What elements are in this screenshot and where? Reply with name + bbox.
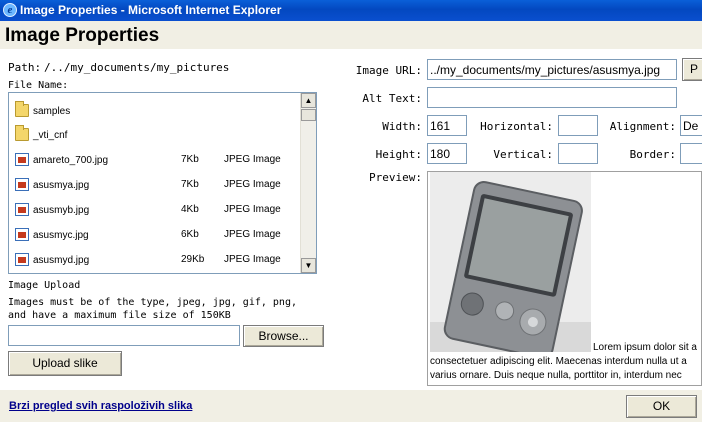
browse-button[interactable]: Browse... — [243, 325, 324, 347]
file-size: 6Kb — [181, 229, 199, 240]
file-size: 29Kb — [181, 254, 205, 265]
height-label: Height: — [375, 148, 422, 161]
image-url-input[interactable]: ../my_documents/my_pictures/asusmya.jpg — [427, 59, 677, 80]
vertical-label: Vertical: — [493, 148, 553, 161]
image-url-label: Image URL: — [355, 64, 422, 77]
alignment-select[interactable]: De — [680, 115, 702, 136]
file-name: samples — [33, 106, 71, 117]
file-list-item[interactable]: asusmyc.jpg 6Kb JPEG Image — [9, 224, 299, 248]
file-name: _vti_cnf — [33, 130, 68, 141]
image-upload-note: Images must be of the type, jpeg, jpg, g… — [8, 297, 297, 321]
file-type: JPEG Image — [224, 179, 281, 190]
alt-text-input[interactable] — [427, 87, 677, 108]
file-list-item[interactable]: samples — [9, 100, 299, 124]
image-file-icon — [15, 178, 29, 191]
preview-text-line2: consectetuer adipiscing elit. Maecenas i… — [430, 356, 687, 367]
file-name: asusmyd.jpg — [33, 255, 90, 266]
file-name: asusmyc.jpg — [33, 230, 89, 241]
preview-label: Preview: — [369, 171, 422, 184]
alt-text-label: Alt Text: — [362, 92, 422, 105]
horizontal-input[interactable] — [558, 115, 598, 136]
upload-file-input[interactable] — [8, 325, 240, 346]
preview-text-line3: varius ornare. Duis neque nulla, porttit… — [430, 370, 682, 381]
image-file-icon — [15, 253, 29, 266]
folder-icon — [15, 125, 29, 141]
image-file-icon — [15, 153, 29, 166]
file-type: JPEG Image — [224, 154, 281, 165]
file-type: JPEG Image — [224, 229, 281, 240]
internet-explorer-icon: e — [3, 3, 17, 17]
file-name-label: File Name: — [8, 80, 69, 91]
horizontal-label: Horizontal: — [480, 120, 553, 133]
file-list-item[interactable]: _vti_cnf — [9, 124, 299, 148]
file-size: 4Kb — [181, 204, 199, 215]
upload-button[interactable]: Upload slike — [8, 351, 122, 376]
folder-icon — [15, 101, 29, 117]
image-file-icon — [15, 228, 29, 241]
width-input[interactable]: 161 — [427, 115, 467, 136]
pick-image-button[interactable]: P — [682, 58, 702, 81]
scroll-thumb[interactable] — [301, 109, 316, 121]
file-size: 7Kb — [181, 179, 199, 190]
file-name: asusmya.jpg — [33, 180, 90, 191]
vertical-input[interactable] — [558, 143, 598, 164]
width-label: Width: — [382, 120, 422, 133]
height-input[interactable]: 180 — [427, 143, 467, 164]
file-list-scrollbar[interactable]: ▲ ▼ — [300, 93, 316, 273]
border-input[interactable] — [680, 143, 702, 164]
file-name: asusmyb.jpg — [33, 205, 90, 216]
preview-text-line1: Lorem ipsum dolor sit a — [593, 342, 697, 353]
ok-button[interactable]: OK — [626, 395, 697, 418]
path-label: Path: — [8, 61, 42, 74]
quick-view-all-images-link[interactable]: Brzi pregled svih raspoloživih slika — [9, 400, 192, 412]
file-name: amareto_700.jpg — [33, 155, 109, 166]
preview-pane: Lorem ipsum dolor sit a consectetuer adi… — [427, 171, 702, 386]
file-list-item[interactable]: asusmya.jpg 7Kb JPEG Image — [9, 174, 299, 198]
path-value: /../my_documents/my_pictures — [44, 61, 230, 74]
file-type: JPEG Image — [224, 204, 281, 215]
preview-image — [430, 172, 591, 352]
scroll-down-arrow-icon[interactable]: ▼ — [301, 258, 316, 273]
file-list-item[interactable]: asusmyd.jpg 29Kb JPEG Image — [9, 249, 299, 273]
file-list-item[interactable]: amareto_700.jpg 7Kb JPEG Image — [9, 149, 299, 173]
scroll-up-arrow-icon[interactable]: ▲ — [301, 93, 316, 108]
file-list[interactable]: samples _vti_cnf amareto_700.jpg 7Kb JPE… — [8, 92, 317, 274]
image-upload-title: Image Upload — [8, 280, 81, 291]
window-title: Image Properties - Microsoft Internet Ex… — [20, 3, 282, 17]
file-size: 7Kb — [181, 154, 199, 165]
file-list-item[interactable]: asusmyb.jpg 4Kb JPEG Image — [9, 199, 299, 223]
window-titlebar: e Image Properties - Microsoft Internet … — [0, 0, 702, 21]
border-label: Border: — [629, 148, 676, 161]
file-type: JPEG Image — [224, 254, 281, 265]
image-file-icon — [15, 203, 29, 216]
alignment-label: Alignment: — [609, 120, 676, 133]
dialog-heading: Image Properties — [5, 25, 160, 46]
